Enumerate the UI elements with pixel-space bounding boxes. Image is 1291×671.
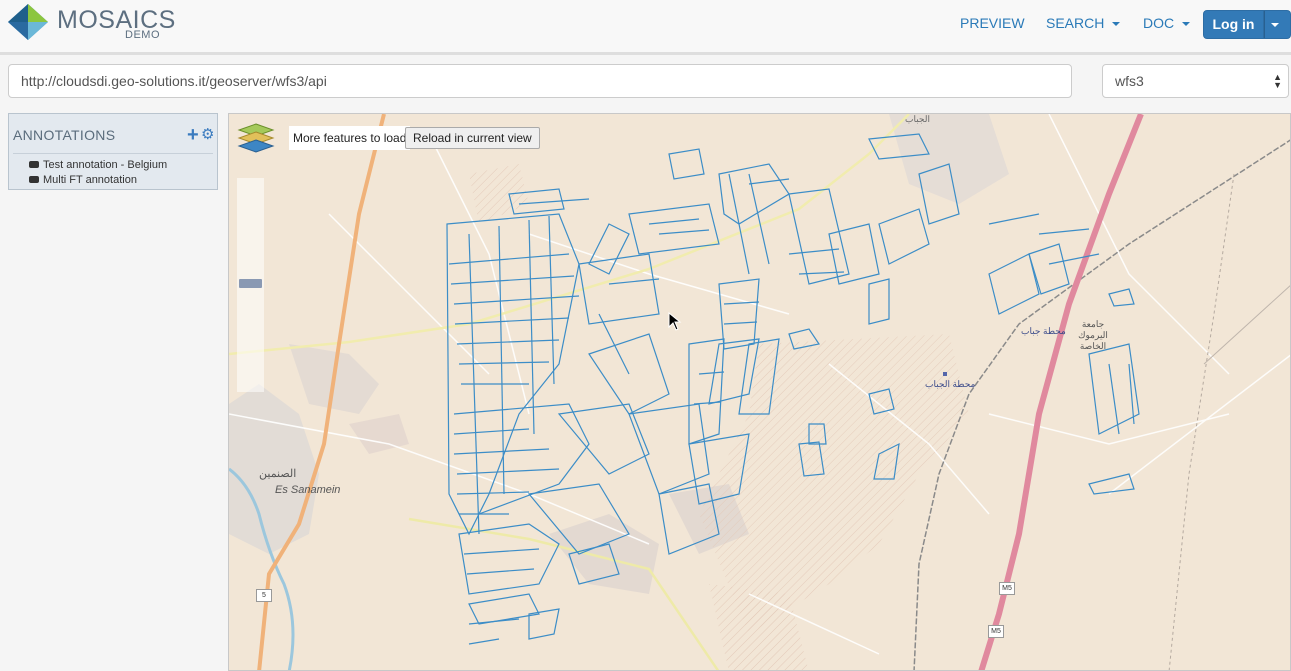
basemap [229, 114, 1290, 670]
top-navbar: MOSAICS DEMO PREVIEW SEARCH DOC Log in [0, 0, 1291, 55]
brand-subtitle: DEMO [125, 29, 160, 41]
nav-search-label: SEARCH [1046, 15, 1105, 31]
gear-icon[interactable]: ⚙ [201, 126, 214, 144]
annotation-label: Test annotation - Belgium [43, 159, 168, 171]
comment-icon [29, 176, 39, 183]
annotations-title: ANNOTATIONS [13, 127, 116, 143]
login-dropdown-toggle[interactable] [1264, 10, 1291, 39]
annotation-item[interactable]: Test annotation - Belgium [29, 159, 167, 171]
login-button[interactable]: Log in [1203, 10, 1264, 39]
station-label: محطة جباب [1021, 326, 1066, 336]
mouse-cursor-icon [668, 312, 682, 331]
protocol-select[interactable]: wfs3 ▲ ▼ [1102, 64, 1289, 98]
comment-icon [29, 161, 39, 168]
nav-doc-label: DOC [1143, 15, 1175, 31]
add-annotation-icon[interactable]: + [187, 125, 199, 145]
university-label: جامعة اليرموك الخاصة [1078, 319, 1108, 351]
road-shield: M5 [988, 625, 1004, 638]
protocol-select-value: wfs3 [1115, 73, 1144, 89]
more-features-label: More features to load [289, 126, 411, 150]
layers-icon[interactable] [237, 122, 275, 156]
chevron-down-icon [1271, 23, 1279, 27]
service-url-input[interactable]: http://cloudsdi.geo-solutions.it/geoserv… [8, 64, 1072, 98]
nav-search[interactable]: SEARCH [1046, 15, 1121, 31]
nav-preview[interactable]: PREVIEW [960, 15, 1025, 31]
annotation-item[interactable]: Multi FT annotation [29, 174, 137, 186]
map-canvas[interactable]: More features to load Reload in current … [228, 113, 1291, 671]
annotation-label: Multi FT annotation [43, 174, 137, 186]
place-label-arabic: الصنمين [259, 468, 297, 480]
road-shield: M5 [999, 582, 1015, 595]
select-arrows-icon: ▲ ▼ [1273, 72, 1282, 90]
zoom-slider-handle[interactable] [239, 279, 262, 288]
reload-current-view-button[interactable]: Reload in current view [405, 127, 540, 149]
place-label-arabic: الجباب [905, 114, 930, 124]
station-label: محطة الجباب [925, 379, 976, 389]
chevron-down-icon [1182, 22, 1191, 27]
divider [13, 153, 213, 154]
nav-doc[interactable]: DOC [1143, 15, 1191, 31]
road-shield: 5 [256, 589, 272, 602]
mosaics-logo[interactable] [8, 4, 48, 40]
place-label: Es Sanamein [275, 484, 341, 496]
annotations-panel: ANNOTATIONS + ⚙ Test annotation - Belgiu… [8, 113, 218, 190]
chevron-down-icon [1112, 22, 1121, 27]
